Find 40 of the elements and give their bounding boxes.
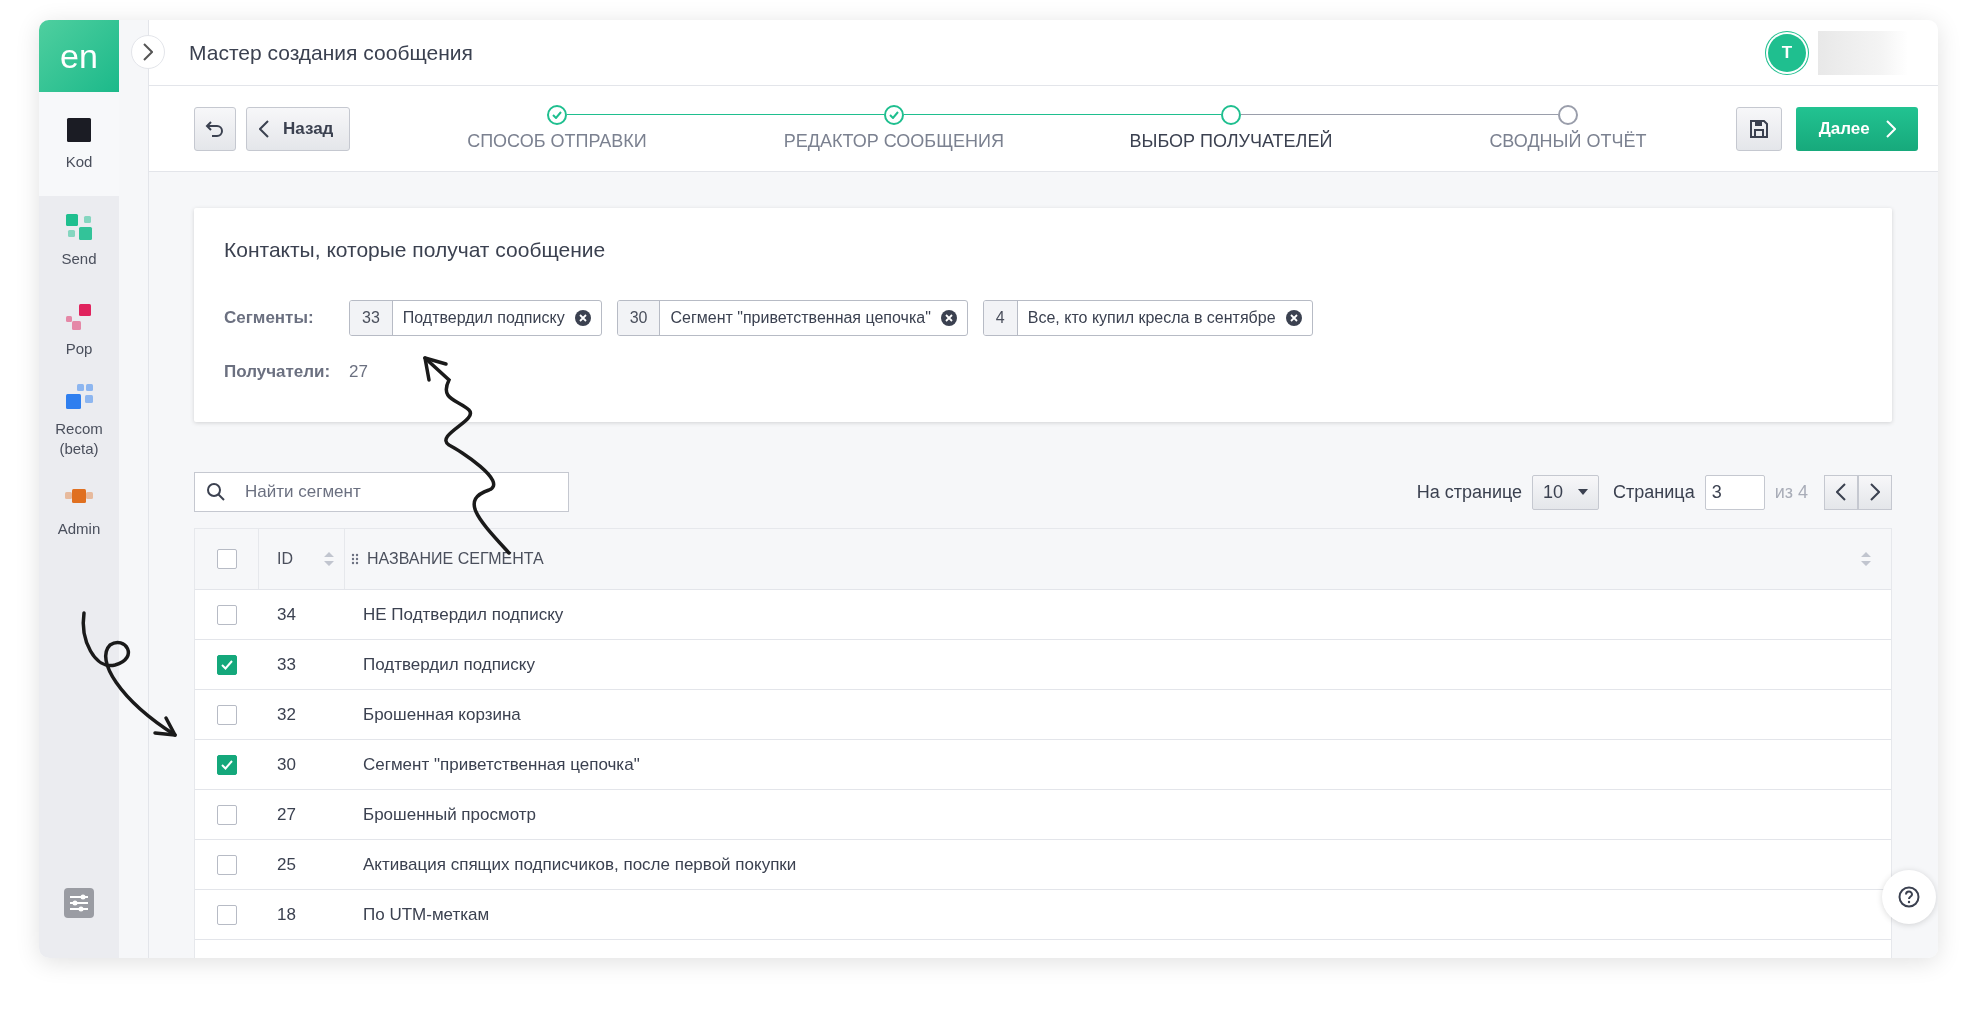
page-total: из 4 (1774, 481, 1808, 503)
table-cell-text: 27 (276, 804, 297, 825)
table-cell-text: Брошенная корзина (362, 704, 522, 725)
sidebar-item[interactable]: Send (39, 196, 119, 286)
page-title: Мастер создания сообщения (189, 40, 474, 65)
table-cell-text: Брошенный просмотр (362, 804, 537, 825)
table-cell-text: 32 (276, 704, 297, 725)
table-cell-text: 33 (276, 654, 297, 675)
step-label: РЕДАКТОР СООБЩЕНИЯ (783, 131, 1004, 152)
table-cell-text: НЕ Подтвердил подписку (362, 604, 565, 625)
page-label: Страница (1613, 481, 1695, 503)
segment-tag: 33 Подтвердил подписку (349, 300, 602, 336)
table-cell-text: Подтвердил подписку (362, 654, 536, 675)
step-label: СПОСОБ ОТПРАВКИ (467, 131, 647, 152)
sidebar-item[interactable]: Pop (39, 286, 119, 376)
table-cell-text: По UTM-меткам (362, 904, 491, 925)
table-cell-text: Активация спящих подписчиков, после первой покупки (362, 854, 798, 875)
back-button[interactable]: Назад (246, 106, 351, 151)
segments-label: Сегменты: (224, 308, 315, 328)
search-field[interactable]: Найти сегмент (194, 472, 569, 512)
table-cell-text: 18 (276, 904, 297, 925)
recipients-label: Получатели: (224, 362, 332, 382)
sidebar-item[interactable]: Recom (beta) (39, 376, 119, 466)
table-cell-text: 30 (276, 754, 297, 775)
column-header[interactable]: ID (277, 550, 293, 568)
segment-tag: 4 Все, кто купил кресла в сентябре (982, 300, 1313, 336)
step-label: ВЫБОР ПОЛУЧАТЕЛЕЙ (1129, 131, 1333, 152)
segment-tag: 30 Сегмент "приветственная цепочка" (616, 300, 968, 336)
step-label: СВОДНЫЙ ОТЧЁТ (1489, 131, 1647, 152)
page-input[interactable]: 3 (1704, 474, 1765, 510)
per-page-label: На странице (1416, 481, 1523, 503)
column-header[interactable]: НАЗВАНИЕ СЕГМЕНТА (367, 550, 544, 568)
per-page-select[interactable]: 10 (1532, 474, 1600, 510)
table-cell-text: Сегмент "приветственная цепочка" (362, 754, 641, 775)
table-cell-text: 34 (276, 604, 297, 625)
table-cell-text: 25 (276, 854, 297, 875)
recipients-count: 27 (349, 362, 368, 382)
sidebar-item[interactable]: Admin (39, 466, 119, 556)
card-title: Контакты, которые получат сообщение (224, 238, 607, 262)
sidebar-item[interactable]: Kod (39, 92, 119, 196)
